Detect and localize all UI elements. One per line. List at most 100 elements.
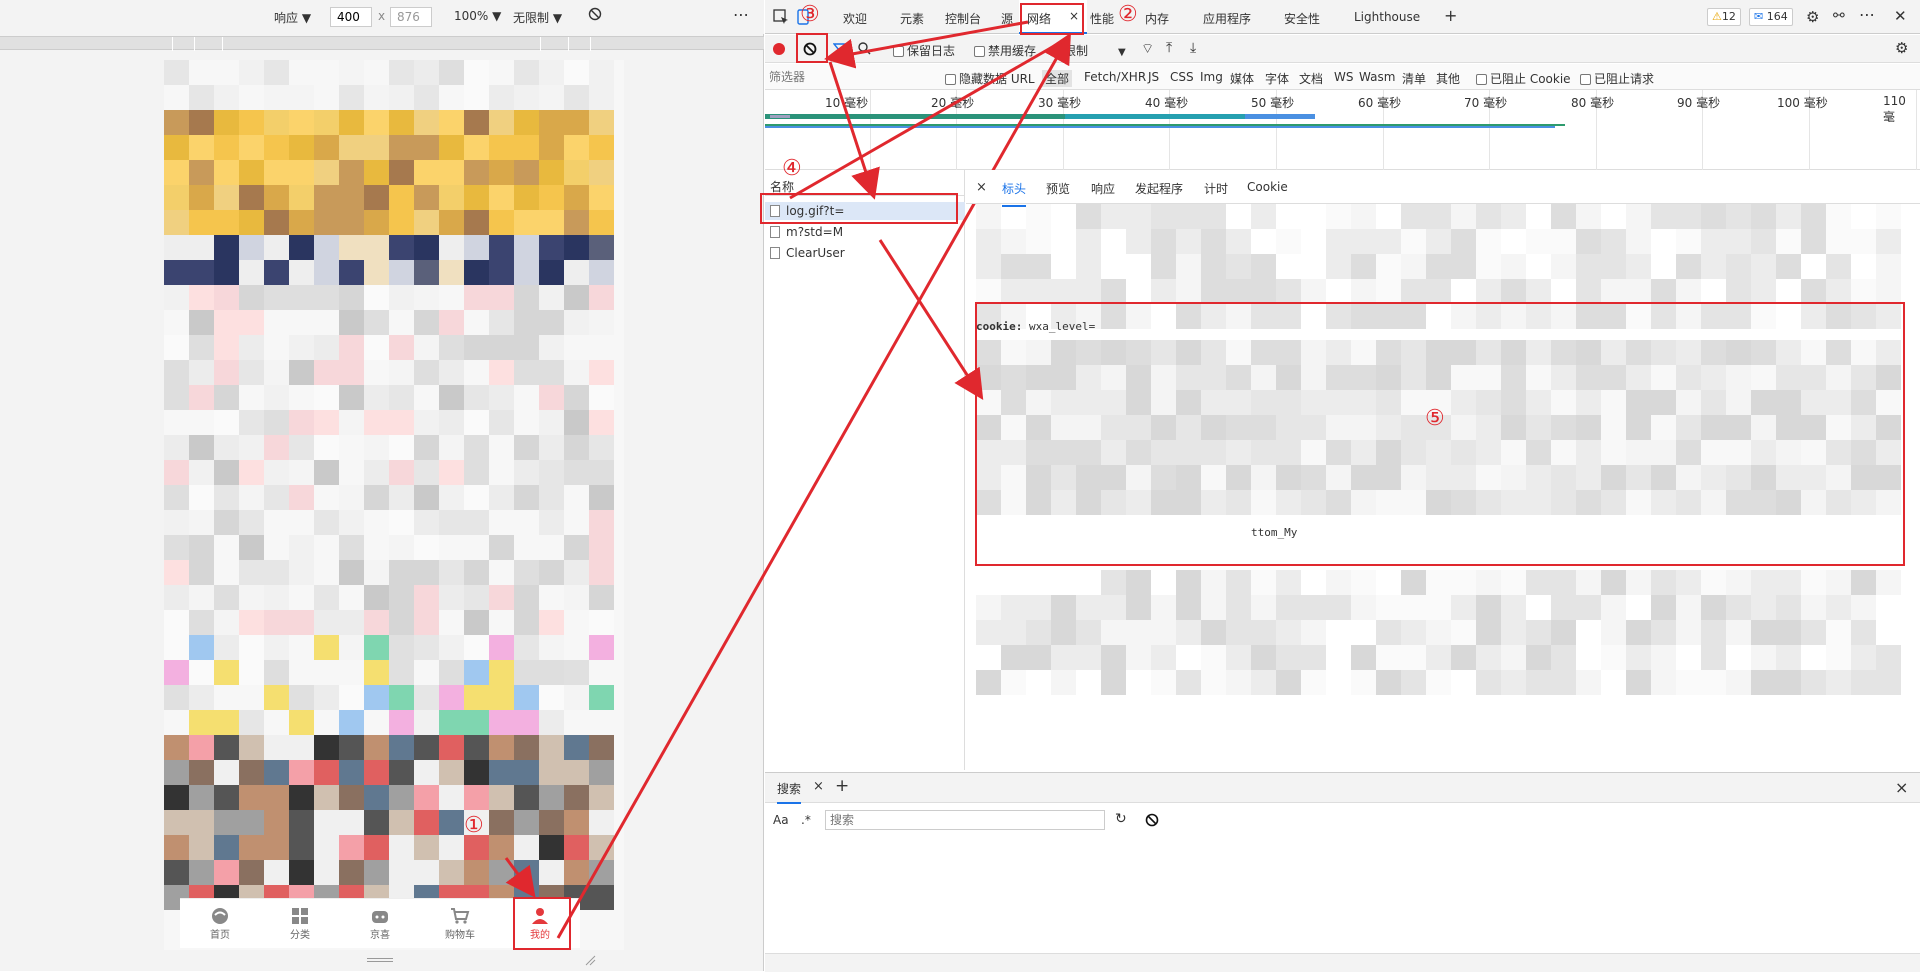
blocked-cookies-checkbox[interactable]: 已阻止 Cookie	[1476, 70, 1571, 87]
filter-type-wasm[interactable]: Wasm	[1359, 70, 1395, 84]
mosaic-block	[564, 360, 589, 385]
throttle-select[interactable]: 无限制 ▼	[1052, 42, 1126, 59]
close-detail-icon[interactable]: ×	[976, 180, 987, 195]
tab-timing[interactable]: 计时	[1204, 180, 1228, 197]
messages-badge[interactable]: ✉ 164	[1749, 8, 1793, 26]
warnings-badge[interactable]: ⚠12	[1707, 8, 1741, 26]
blocked-requests-checkbox[interactable]: 已阻止请求	[1580, 70, 1654, 87]
upload-icon[interactable]: ⤒	[1166, 40, 1172, 56]
tab-response[interactable]: 响应	[1091, 180, 1115, 197]
mosaic-block	[289, 810, 314, 835]
mosaic-block	[1501, 595, 1526, 620]
network-settings-icon[interactable]: ⚙	[1895, 39, 1908, 57]
tab-cookie[interactable]: Cookie	[1247, 180, 1288, 194]
close-search-tab-icon[interactable]: ×	[813, 779, 824, 794]
mosaic-block	[164, 860, 189, 885]
mosaic-block	[164, 110, 189, 135]
tab-jingxi[interactable]: 京喜	[350, 906, 410, 941]
mosaic-block	[464, 585, 489, 610]
zoom-select[interactable]: 100% ▼	[454, 9, 501, 23]
disable-cache-checkbox[interactable]: 禁用缓存	[974, 42, 1036, 59]
tab-memory[interactable]: 内存	[1145, 10, 1169, 27]
tab-security[interactable]: 安全性	[1284, 10, 1320, 27]
tab-application[interactable]: 应用程序	[1203, 10, 1251, 27]
mosaic-block	[1301, 645, 1326, 670]
annotation-box-mine	[513, 897, 571, 950]
add-tab-icon[interactable]: +	[1444, 6, 1457, 25]
tab-preview[interactable]: 预览	[1046, 180, 1070, 197]
close-devtools-icon[interactable]: ✕	[1894, 7, 1907, 25]
search-input[interactable]	[825, 810, 1105, 830]
filter-type-img[interactable]: Img	[1200, 70, 1223, 84]
filter-type-ws[interactable]: WS	[1334, 70, 1353, 84]
mosaic-block	[1626, 279, 1651, 304]
more-tools-icon[interactable]: ⋯	[1859, 5, 1875, 24]
tab-lighthouse[interactable]: Lighthouse	[1354, 10, 1420, 24]
corner-resize-icon[interactable]	[584, 954, 596, 966]
filter-icon[interactable]	[832, 42, 848, 59]
match-case-button[interactable]: Aa	[773, 813, 789, 827]
tab-performance[interactable]: 性能	[1090, 10, 1114, 27]
filter-type-all[interactable]: 全部	[1042, 70, 1073, 87]
mosaic-block	[1301, 670, 1326, 695]
tab-headers[interactable]: 标头	[1002, 180, 1027, 207]
wifi-icon[interactable]: ⌔	[1141, 40, 1154, 58]
filter-type-js[interactable]: JS	[1148, 70, 1159, 84]
mosaic-block	[564, 135, 589, 160]
mosaic-block	[1576, 279, 1601, 304]
request-row-mstd[interactable]: m?std=M	[770, 223, 843, 241]
mosaic-block	[1201, 570, 1226, 595]
height-input[interactable]	[390, 7, 432, 27]
customize-icon[interactable]: ⚯	[1833, 8, 1845, 24]
close-drawer-icon[interactable]: ×	[1895, 778, 1908, 797]
refresh-icon[interactable]: ↻	[1115, 811, 1127, 827]
tab-console[interactable]: 控制台	[945, 10, 981, 27]
hide-data-urls-checkbox[interactable]: 隐藏数据 URL	[945, 70, 1035, 87]
clear-search-icon[interactable]	[1145, 813, 1159, 830]
mosaic-block	[514, 260, 539, 285]
tab-home[interactable]: 首页	[190, 906, 250, 941]
search-icon[interactable]	[857, 41, 871, 58]
filter-type-other[interactable]: 其他	[1436, 70, 1460, 87]
mosaic-block	[189, 735, 214, 760]
mosaic-block	[1626, 204, 1651, 229]
filter-type-media[interactable]: 媒体	[1230, 70, 1254, 87]
request-row-clearuser[interactable]: ClearUser	[770, 244, 845, 262]
download-icon[interactable]: ⤓	[1190, 40, 1196, 56]
mosaic-block	[589, 135, 614, 160]
rotate-icon[interactable]	[588, 7, 602, 24]
tab-elements[interactable]: 元素	[900, 10, 924, 27]
mosaic-block	[539, 660, 564, 685]
tab-search[interactable]: 搜索	[777, 780, 802, 804]
regex-button[interactable]: .*	[801, 813, 811, 827]
filter-type-css[interactable]: CSS	[1170, 70, 1194, 84]
mosaic-block	[189, 710, 214, 735]
mosaic-block	[439, 210, 464, 235]
filter-type-manifest[interactable]: 清单	[1402, 70, 1426, 87]
add-drawer-tab-icon[interactable]: +	[835, 776, 849, 796]
tab-initiator[interactable]: 发起程序	[1135, 180, 1183, 197]
tab-sources[interactable]: 源	[1001, 10, 1013, 27]
device-select[interactable]: 响应 ▼	[274, 9, 311, 26]
mosaic-block	[1426, 204, 1451, 229]
settings-icon[interactable]: ⚙	[1806, 8, 1819, 26]
more-options-icon[interactable]: ⋯	[733, 5, 750, 24]
filter-type-font[interactable]: 字体	[1265, 70, 1289, 87]
record-icon[interactable]	[773, 43, 785, 55]
mosaic-block	[314, 785, 339, 810]
width-input[interactable]	[330, 7, 372, 27]
throttle-select[interactable]: 无限制 ▼	[513, 9, 562, 26]
filter-type-doc[interactable]: 文档	[1299, 70, 1323, 87]
filter-type-xhr[interactable]: Fetch/XHR	[1084, 70, 1146, 84]
mosaic-block	[414, 310, 439, 335]
filter-input[interactable]	[769, 67, 939, 87]
resize-handle[interactable]	[367, 958, 393, 962]
preserve-log-checkbox[interactable]: 保留日志	[893, 42, 955, 59]
detail-scrollbar[interactable]	[1906, 490, 1914, 670]
tab-cart[interactable]: 购物车	[430, 906, 490, 941]
mosaic-block	[264, 135, 289, 160]
tab-category[interactable]: 分类	[270, 906, 330, 941]
mosaic-block	[464, 335, 489, 360]
inspect-element-icon[interactable]	[773, 9, 789, 28]
tab-welcome[interactable]: 欢迎	[843, 10, 867, 27]
